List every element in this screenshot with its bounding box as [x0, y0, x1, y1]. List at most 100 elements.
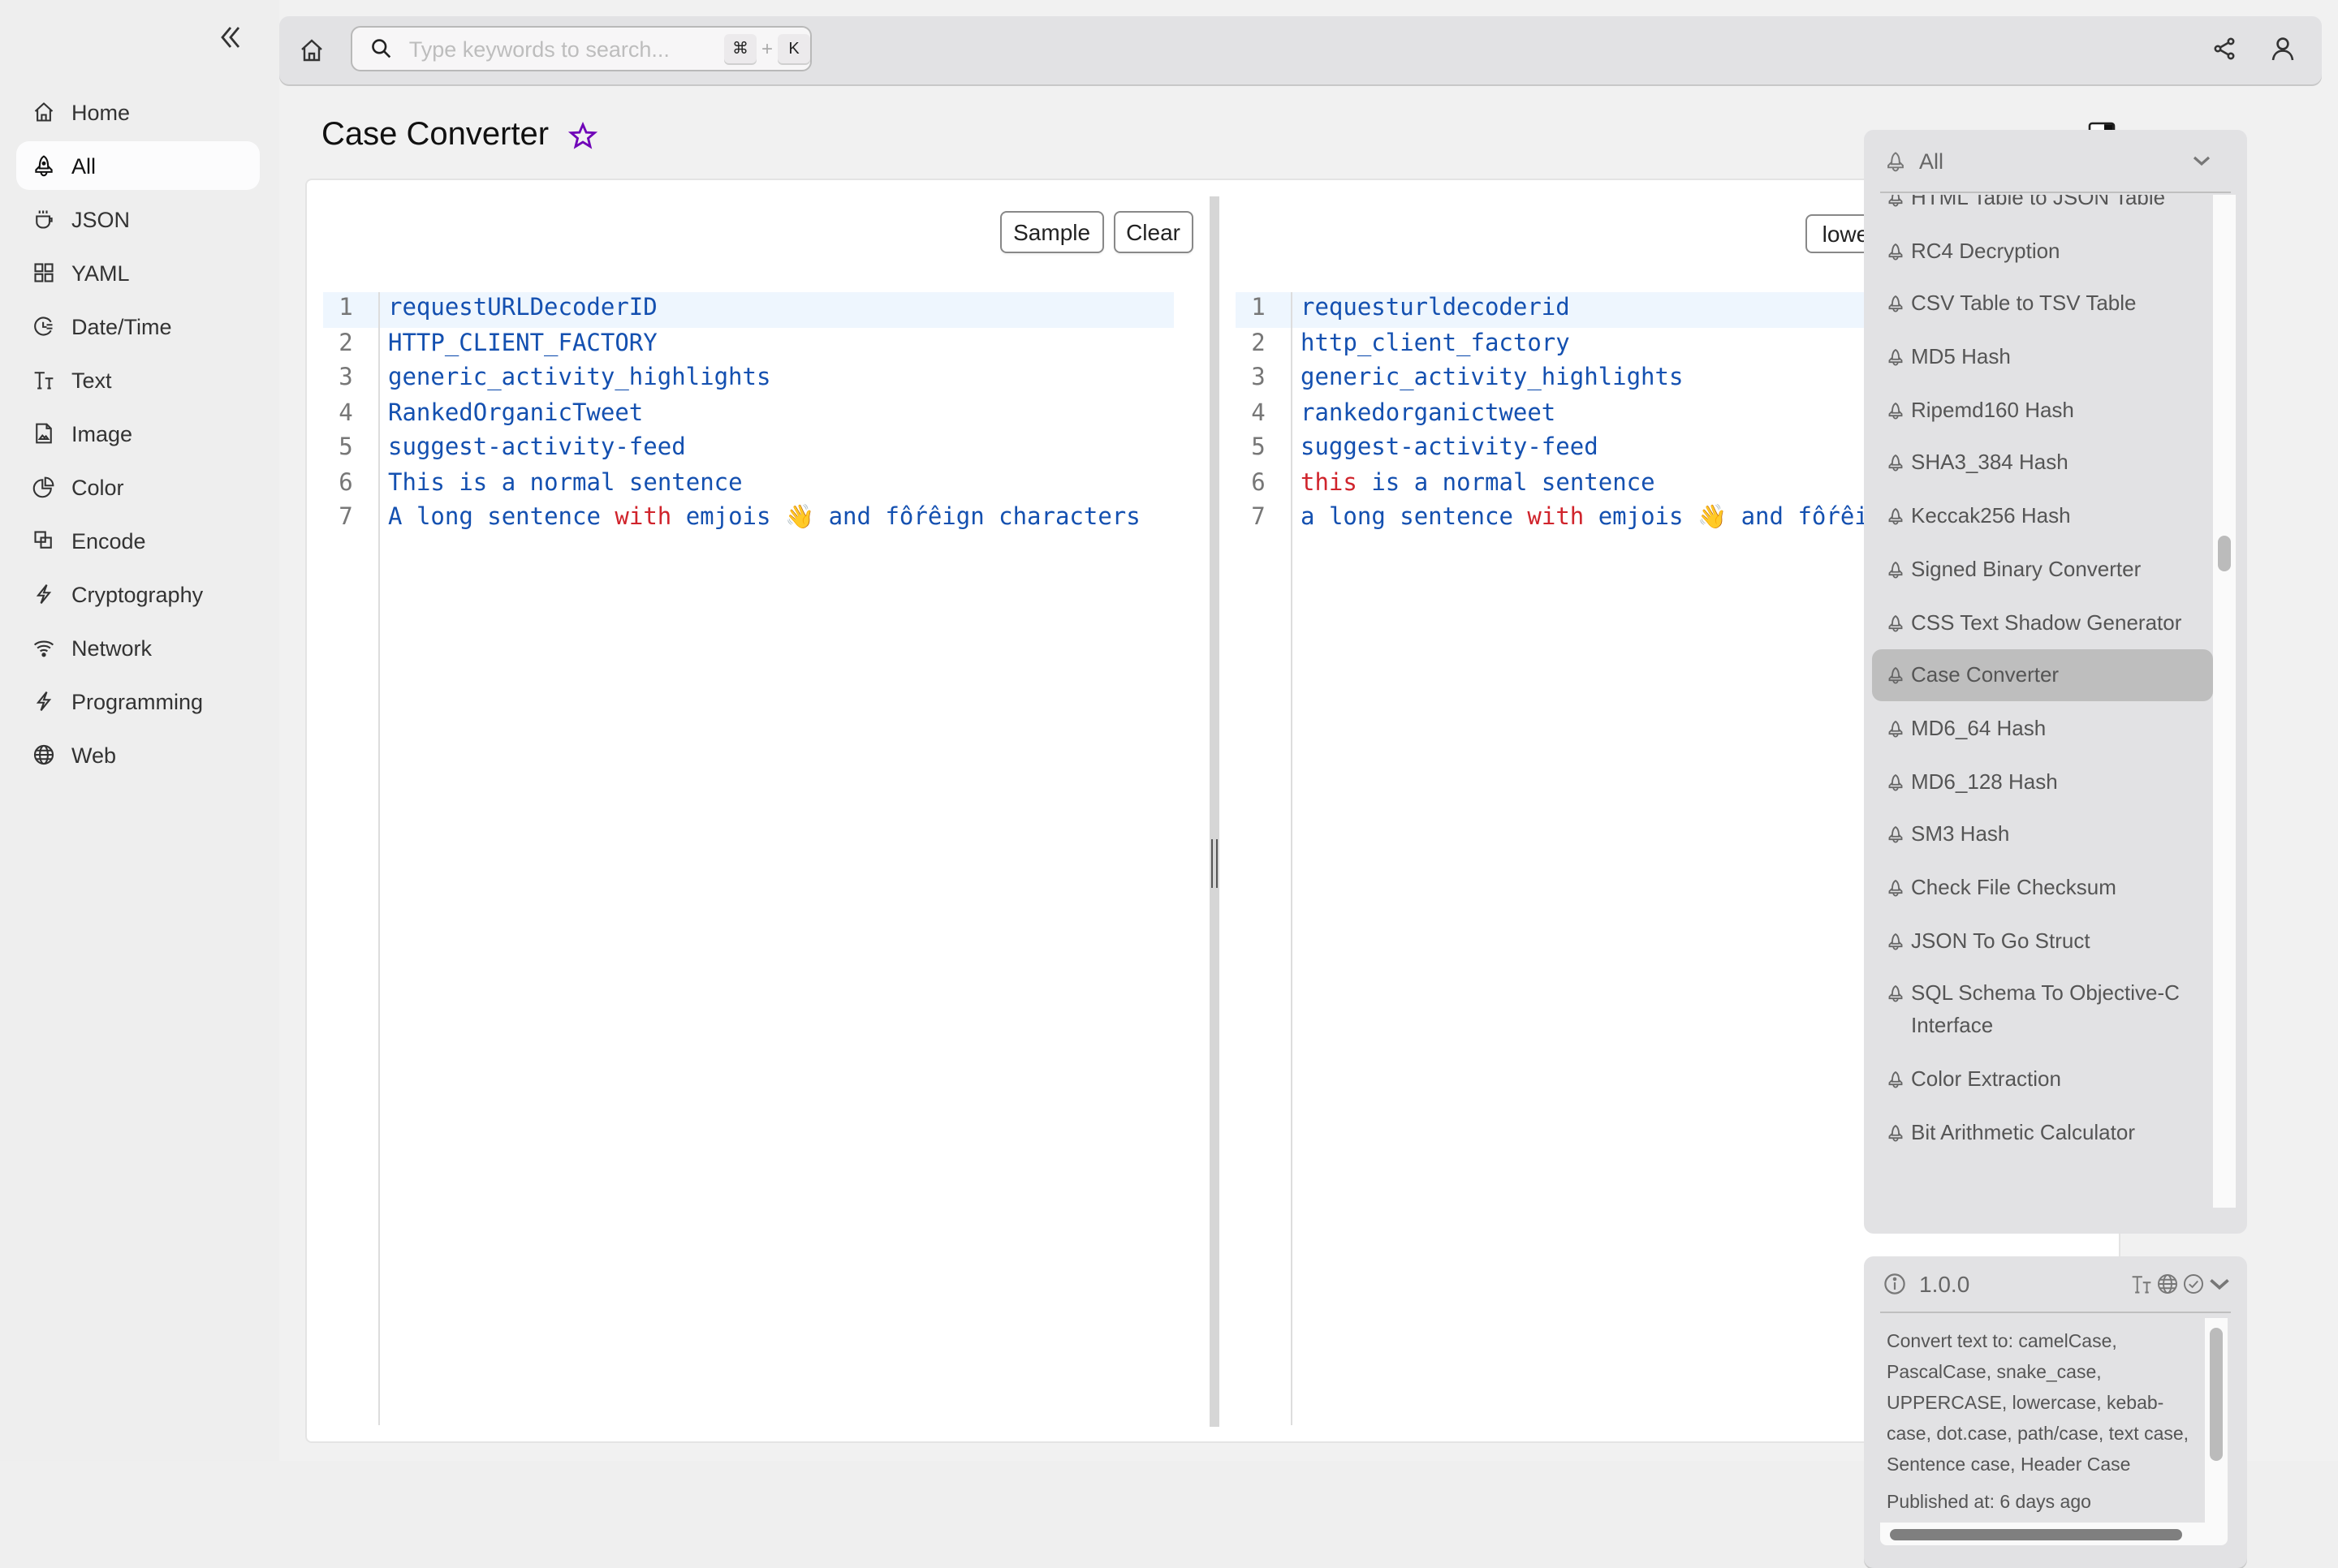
sidebar-item-label: Cryptography — [71, 582, 204, 606]
tool-list-item[interactable]: Color Extraction — [1872, 1053, 2213, 1105]
line-number: 5 — [1251, 435, 1266, 461]
kbd-plus: + — [761, 37, 773, 60]
tool-list-item-label: SQL Schema To Objective-C Interface — [1911, 980, 2180, 1038]
tool-description: Convert text to: camelCase, PascalCase, … — [1880, 1318, 2205, 1532]
sidebar-item-label: Encode — [71, 528, 146, 553]
share-icon[interactable] — [2211, 36, 2237, 62]
text-token: 👋 — [1697, 505, 1728, 531]
sidebar-item-image[interactable]: Image — [16, 409, 260, 458]
tool-list-item[interactable]: Keccak256 Hash — [1872, 490, 2213, 542]
tool-list-item[interactable]: Bit Arithmetic Calculator — [1872, 1106, 2213, 1158]
sidebar-item-color[interactable]: Color — [16, 463, 260, 511]
tool-list-item[interactable]: Ripemd160 Hash — [1872, 385, 2213, 437]
rocket-icon — [1888, 879, 1903, 897]
info-horizontal-scrollbar[interactable] — [1880, 1523, 2228, 1545]
check-circle-icon[interactable] — [2182, 1273, 2205, 1295]
line-text: generic_activity_highlights — [388, 365, 771, 391]
search-input[interactable] — [405, 35, 718, 62]
sidebar-item-web[interactable]: Web — [16, 730, 260, 779]
lightning-icon — [32, 583, 55, 605]
sidebar-item-json[interactable]: JSON — [16, 195, 260, 243]
text-token: fốrêign — [885, 505, 985, 531]
clear-button[interactable]: Clear — [1113, 211, 1193, 253]
line-number: 2 — [339, 330, 353, 356]
rocket-icon — [1888, 614, 1903, 631]
search-box[interactable]: ⌘ + K — [351, 26, 812, 71]
user-icon[interactable] — [2270, 36, 2296, 62]
text-size-icon[interactable] — [2130, 1273, 2153, 1295]
chevron-down-icon[interactable] — [2208, 1273, 2231, 1295]
line-text: RankedOrganicTweet — [388, 400, 644, 426]
tool-list-item[interactable]: SM3 Hash — [1872, 809, 2213, 861]
collapse-sidebar-button[interactable] — [218, 23, 244, 52]
sidebar-item-all[interactable]: All — [16, 141, 260, 190]
sidebar-item-label: Web — [71, 743, 117, 767]
rocket-icon — [1888, 295, 1903, 313]
category-dropdown[interactable]: All — [1880, 130, 2231, 193]
tool-info-panel: 1.0.0 Convert text to: camelCase, Pascal… — [1864, 1256, 2247, 1568]
category-label: All — [1919, 149, 1944, 173]
tool-list-item[interactable]: MD6_128 Hash — [1872, 756, 2213, 808]
input-editor[interactable]: 1 requestURLDecoderID 2 HTTP_CLIENT_FACTOR… — [323, 292, 1174, 1425]
app-window: Home All JSON YAML Date/Time Text Image … — [0, 0, 2338, 1568]
tool-list-item[interactable]: CSV Table to TSV Table — [1872, 278, 2213, 330]
info-vertical-scrollbar[interactable] — [2205, 1318, 2228, 1526]
text-token: sentence — [1541, 470, 1655, 496]
sidebar-item-datetime[interactable]: Date/Time — [16, 302, 260, 351]
tool-list-item[interactable]: CSS Text Shadow Generator — [1872, 597, 2213, 648]
chevron-down-icon — [2193, 156, 2211, 166]
page-header: Case Converter — [321, 117, 598, 154]
tool-list-item[interactable]: HTML Table to JSON Table — [1872, 195, 2213, 224]
sidebar-item-text[interactable]: Text — [16, 355, 260, 404]
rocket-icon — [1888, 773, 1903, 790]
tool-list-item[interactable]: MD5 Hash — [1872, 331, 2213, 383]
tool-list-item[interactable]: Check File Checksum — [1872, 862, 2213, 914]
tool-list-item-label: MD5 Hash — [1911, 344, 2011, 369]
scrollbar-thumb[interactable] — [1890, 1529, 2182, 1540]
tool-list-item-label: MD6_128 Hash — [1911, 769, 2058, 794]
code-line: 5 suggest-activity-feed — [323, 432, 1174, 467]
scrollbar-thumb[interactable] — [2210, 1328, 2223, 1461]
sidebar-item-label: Programming — [71, 689, 204, 713]
rocket-icon — [1888, 1124, 1903, 1141]
text-token: and — [1741, 505, 1784, 531]
line-number: 4 — [339, 400, 353, 426]
search-icon — [372, 39, 391, 58]
text-token: 👋 — [784, 505, 815, 531]
tool-list-item[interactable]: SQL Schema To Objective-C Interface — [1872, 968, 2213, 1053]
sidebar-item-yaml[interactable]: YAML — [16, 248, 260, 297]
globe-icon[interactable] — [2156, 1273, 2179, 1295]
home-button[interactable] — [299, 37, 325, 63]
tool-list-item-label: RC4 Decryption — [1911, 238, 2060, 263]
text-token: characters — [999, 505, 1141, 531]
sidebar-item-home[interactable]: Home — [16, 88, 260, 136]
pane-resize-handle[interactable] — [1210, 196, 1219, 1427]
tool-list-item[interactable]: RC4 Decryption — [1872, 225, 2213, 277]
sidebar-item-label: JSON — [71, 207, 131, 231]
code-line: 3 generic_activity_highlights — [323, 362, 1174, 397]
tool-list-scrollbar[interactable] — [2213, 195, 2236, 1208]
tool-list-item[interactable]: SHA3_384 Hash — [1872, 437, 2213, 489]
sidebar-item-encode[interactable]: Encode — [16, 516, 260, 565]
tool-list-item[interactable]: Case Converter — [1872, 649, 2213, 702]
pie-chart-icon — [32, 476, 55, 498]
tool-list-item[interactable]: Signed Binary Converter — [1872, 544, 2213, 596]
line-text: this is a normal sentence — [1291, 467, 1655, 502]
tool-list-item[interactable]: MD6_64 Hash — [1872, 703, 2213, 755]
tool-list-item[interactable]: JSON To Go Struct — [1872, 915, 2213, 967]
scrollbar-thumb[interactable] — [2218, 536, 2231, 571]
rocket-icon — [1888, 826, 1903, 844]
star-icon[interactable] — [568, 121, 598, 150]
sidebar-item-cryptography[interactable]: Cryptography — [16, 570, 260, 618]
sidebar-item-network[interactable]: Network — [16, 623, 260, 672]
line-number: 1 — [339, 295, 353, 321]
sample-button[interactable]: Sample — [1000, 211, 1104, 253]
sidebar-item-label: Color — [71, 475, 124, 499]
sidebar-item-programming[interactable]: Programming — [16, 677, 260, 726]
